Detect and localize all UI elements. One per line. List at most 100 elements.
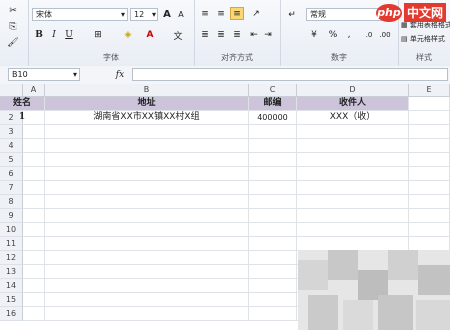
grid-cell[interactable] — [249, 265, 297, 279]
cell-styles-button[interactable]: ▤ 单元格样式 — [401, 34, 445, 44]
grid-cell[interactable] — [45, 209, 249, 223]
grow-font-icon[interactable]: A — [161, 7, 173, 21]
grid-cell[interactable] — [297, 153, 409, 167]
row-header-16[interactable]: 16 — [0, 307, 23, 321]
fx-icon[interactable]: fx — [110, 68, 130, 81]
increase-decimal-icon[interactable]: .0 — [362, 28, 376, 41]
name-box[interactable]: B10 ▾ — [8, 68, 80, 81]
grid-cell[interactable] — [23, 279, 45, 293]
grid-cell[interactable] — [45, 307, 249, 321]
grid-cell[interactable] — [249, 237, 297, 251]
grid-cell[interactable] — [249, 209, 297, 223]
grid-cell[interactable] — [23, 251, 45, 265]
grid-cell[interactable] — [23, 307, 45, 321]
data-cell-address[interactable]: 湖南省XX市XX镇XX村X组 — [45, 111, 249, 125]
column-header-d[interactable]: D — [297, 84, 409, 97]
row-header-9[interactable]: 9 — [0, 209, 23, 223]
grid-cell[interactable] — [45, 139, 249, 153]
grid-cell[interactable] — [409, 111, 450, 125]
grid-cell[interactable] — [249, 167, 297, 181]
header-cell-recipient[interactable]: 收件人 — [297, 97, 409, 111]
grid-cell[interactable] — [23, 265, 45, 279]
align-center-icon[interactable]: ≣ — [214, 28, 228, 41]
grid-cell[interactable] — [249, 125, 297, 139]
grid-cell[interactable] — [45, 237, 249, 251]
align-middle-icon[interactable]: ≡ — [214, 7, 228, 20]
grid-cell[interactable] — [23, 293, 45, 307]
grid-cell[interactable] — [249, 195, 297, 209]
row-header-4[interactable]: 4 — [0, 139, 23, 153]
grid-cell[interactable] — [249, 251, 297, 265]
grid-cell[interactable] — [409, 153, 450, 167]
percent-icon[interactable]: % — [326, 28, 340, 41]
row-header-11[interactable]: 11 — [0, 237, 23, 251]
row-header-13[interactable]: 13 — [0, 265, 23, 279]
row-header-14[interactable]: 14 — [0, 279, 23, 293]
column-header-c[interactable]: C — [249, 84, 297, 97]
grid-cell[interactable] — [297, 167, 409, 181]
row-header-8[interactable]: 8 — [0, 195, 23, 209]
row-header-5[interactable]: 5 — [0, 153, 23, 167]
decrease-indent-icon[interactable]: ⇤ — [248, 28, 260, 41]
border-icon[interactable]: ⊞ — [90, 28, 106, 42]
formula-input[interactable] — [132, 68, 448, 81]
currency-icon[interactable]: ¥ — [306, 28, 322, 41]
comma-icon[interactable]: , — [342, 28, 356, 41]
grid-cell[interactable] — [45, 293, 249, 307]
underline-icon[interactable]: U — [62, 28, 76, 42]
grid-cell[interactable] — [45, 167, 249, 181]
font-size-select[interactable]: 12 ▾ — [130, 8, 158, 21]
grid-cell[interactable] — [409, 237, 450, 251]
grid-cell[interactable] — [249, 223, 297, 237]
cut-icon[interactable]: ✂ — [4, 4, 22, 18]
grid-cell[interactable] — [297, 195, 409, 209]
italic-icon[interactable]: I — [47, 28, 61, 42]
orientation-icon[interactable]: ↗ — [248, 7, 264, 20]
header-cell-zip[interactable]: 邮编 — [249, 97, 297, 111]
font-name-select[interactable]: 宋体 ▾ — [32, 8, 128, 21]
grid-cell[interactable] — [23, 139, 45, 153]
row-header-6[interactable]: 6 — [0, 167, 23, 181]
grid-cell[interactable] — [23, 195, 45, 209]
grid-cell[interactable] — [23, 181, 45, 195]
row-header-12[interactable]: 12 — [0, 251, 23, 265]
grid-cell[interactable] — [409, 181, 450, 195]
grid-cell[interactable] — [249, 181, 297, 195]
decrease-decimal-icon[interactable]: .00 — [378, 28, 392, 41]
grid-cell[interactable] — [45, 251, 249, 265]
align-top-icon[interactable]: ≡ — [198, 7, 212, 20]
grid-cell[interactable] — [45, 195, 249, 209]
grid-cell[interactable] — [45, 181, 249, 195]
grid-cell[interactable] — [297, 125, 409, 139]
grid-cell[interactable] — [297, 223, 409, 237]
column-header-a[interactable]: A — [23, 84, 45, 97]
grid-cell[interactable] — [45, 153, 249, 167]
font-color-icon[interactable]: A — [142, 28, 158, 42]
align-right-icon[interactable]: ≣ — [230, 28, 244, 41]
header-cell-name[interactable]: 姓名 — [0, 97, 45, 111]
grid-cell[interactable] — [23, 223, 45, 237]
phonetic-icon[interactable]: 文 — [170, 28, 186, 42]
select-all-corner[interactable] — [0, 84, 23, 97]
wrap-text-icon[interactable]: ↵ — [284, 8, 300, 21]
grid-cell[interactable] — [409, 97, 450, 111]
grid-cell[interactable] — [249, 279, 297, 293]
row-header-15[interactable]: 15 — [0, 293, 23, 307]
grid-cell[interactable] — [409, 209, 450, 223]
grid-cell[interactable] — [45, 279, 249, 293]
grid-cell[interactable] — [297, 139, 409, 153]
row-header-10[interactable]: 10 — [0, 223, 23, 237]
grid-cell[interactable] — [297, 181, 409, 195]
header-cell-address[interactable]: 地址 — [45, 97, 249, 111]
data-cell-recipient[interactable]: XXX（收） — [297, 111, 409, 125]
fill-color-icon[interactable]: ◈ — [120, 28, 136, 42]
shrink-font-icon[interactable]: A — [175, 7, 187, 21]
grid-cell[interactable] — [23, 167, 45, 181]
align-bottom-icon[interactable]: ≡ — [230, 7, 244, 20]
grid-cell[interactable] — [409, 167, 450, 181]
column-header-e[interactable]: E — [409, 84, 450, 97]
grid-cell[interactable] — [409, 139, 450, 153]
row-header-7[interactable]: 7 — [0, 181, 23, 195]
grid-cell[interactable] — [409, 125, 450, 139]
format-painter-icon[interactable]: 🖌 — [4, 36, 22, 50]
